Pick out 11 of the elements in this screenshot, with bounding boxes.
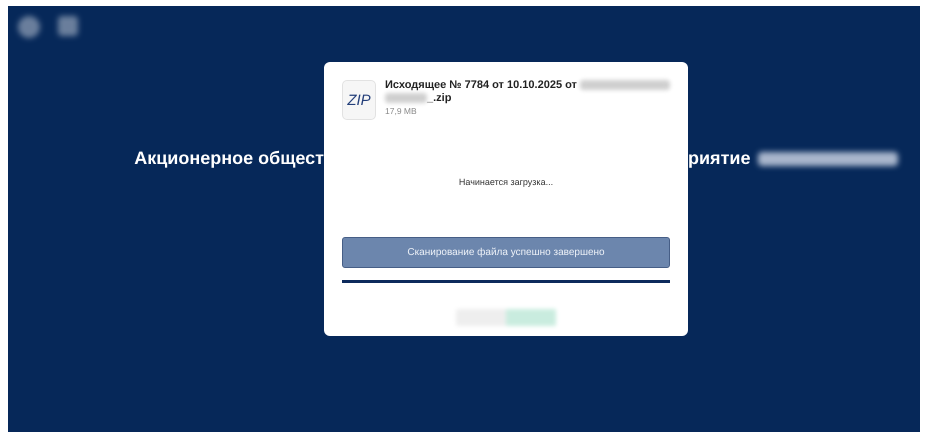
- redacted-text: [385, 93, 427, 104]
- file-size: 17,9 MB: [385, 106, 418, 116]
- blurred-icon[interactable]: [18, 16, 40, 38]
- status-text: Начинается загрузка...: [458, 177, 554, 187]
- file-name: Исходящее № 7784 от 10.10.2025 от: [385, 79, 577, 91]
- zip-file-icon: ZIP: [342, 80, 376, 120]
- page-heading: риятие: [688, 148, 750, 169]
- scan-status-button[interactable]: Сканирование файла успешно завершено: [342, 237, 670, 268]
- file-name: _.zip: [427, 92, 452, 104]
- blurred-icon[interactable]: [58, 16, 78, 36]
- page-heading: Акционерное общест: [134, 148, 324, 169]
